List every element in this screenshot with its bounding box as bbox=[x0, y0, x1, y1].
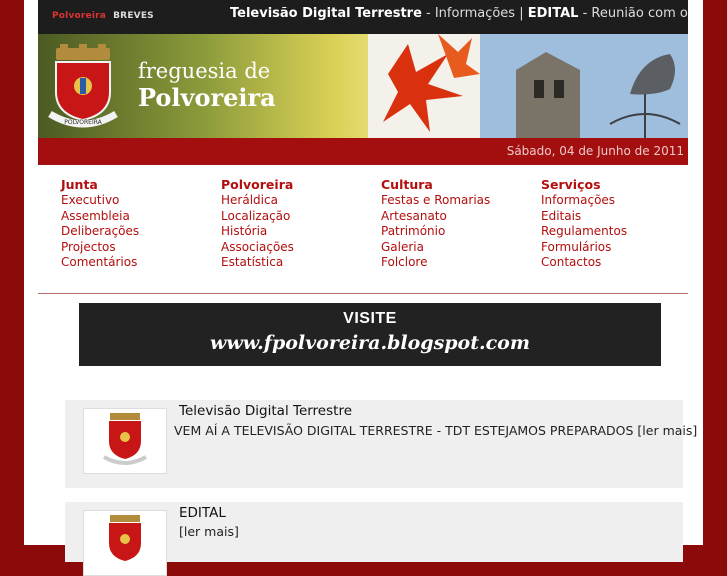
autumn-leaf-photo bbox=[368, 34, 480, 138]
news-summary[interactable]: [ler mais] bbox=[179, 524, 239, 539]
news-title[interactable]: Televisão Digital Terrestre bbox=[179, 403, 352, 419]
svg-text:POLVOREIRA: POLVOREIRA bbox=[64, 119, 102, 126]
date-bar: Sábado, 04 de Junho de 2011 bbox=[38, 138, 688, 165]
nav-link[interactable]: Projectos bbox=[61, 240, 211, 256]
nav-link[interactable]: Contactos bbox=[541, 255, 691, 271]
nav-column-junta: Junta Executivo Assembleia Deliberações … bbox=[61, 177, 211, 271]
news-thumbnail[interactable] bbox=[83, 510, 167, 576]
ticker-item-title[interactable]: Televisão Digital Terrestre bbox=[230, 6, 422, 21]
nav-heading[interactable]: Cultura bbox=[381, 177, 531, 193]
nav-link[interactable]: Estatística bbox=[221, 255, 371, 271]
banner-subtitle: freguesia de bbox=[138, 59, 271, 83]
nav-link[interactable]: Galeria bbox=[381, 240, 531, 256]
nav-link[interactable]: Localização bbox=[221, 209, 371, 225]
nav-link[interactable]: Informações bbox=[541, 193, 691, 209]
nav-link[interactable]: Regulamentos bbox=[541, 224, 691, 240]
nav-heading[interactable]: Polvoreira bbox=[221, 177, 371, 193]
brand-label: Polvoreira BREVES bbox=[52, 11, 154, 21]
nav-column-servicos: Serviços Informações Editais Regulamento… bbox=[541, 177, 691, 271]
current-date: Sábado, 04 de Junho de 2011 bbox=[506, 144, 684, 158]
section-divider bbox=[38, 293, 688, 294]
news-thumbnail[interactable] bbox=[83, 408, 167, 474]
news-summary[interactable]: VEM AÍ A TELEVISÃO DIGITAL TERRESTRE - T… bbox=[174, 423, 697, 438]
nav-link[interactable]: Folclore bbox=[381, 255, 531, 271]
news-ticker-bar: Polvoreira BREVES Televisão Digital Terr… bbox=[38, 0, 688, 34]
nav-column-cultura: Cultura Festas e Romarias Artesanato Pat… bbox=[381, 177, 531, 271]
coat-of-arms-logo[interactable]: POLVOREIRA bbox=[46, 44, 120, 128]
nav-column-polvoreira: Polvoreira Heráldica Localização Históri… bbox=[221, 177, 371, 271]
nav-link[interactable]: Heráldica bbox=[221, 193, 371, 209]
nav-link[interactable]: Assembleia bbox=[61, 209, 211, 225]
nav-link[interactable]: Artesanato bbox=[381, 209, 531, 225]
ad-visit-label: VISITE bbox=[343, 310, 397, 327]
page-container: Polvoreira BREVES Televisão Digital Terr… bbox=[24, 0, 703, 576]
church-tower-photo bbox=[480, 34, 688, 138]
nav-link[interactable]: História bbox=[221, 224, 371, 240]
nav-link[interactable]: Associações bbox=[221, 240, 371, 256]
nav-link[interactable]: Deliberações bbox=[61, 224, 211, 240]
header-banner: POLVOREIRA freguesia de Polvoreira bbox=[38, 34, 688, 138]
news-item: Televisão Digital Terrestre VEM AÍ A TEL… bbox=[65, 400, 697, 488]
nav-link[interactable]: Editais bbox=[541, 209, 691, 225]
banner-title: Polvoreira bbox=[138, 83, 276, 112]
nav-link[interactable]: Formulários bbox=[541, 240, 691, 256]
nav-heading[interactable]: Serviços bbox=[541, 177, 691, 193]
news-item: EDITAL [ler mais] bbox=[65, 502, 683, 576]
news-title[interactable]: EDITAL bbox=[179, 505, 226, 521]
blog-ad-banner[interactable]: VISITE www.fpolvoreira.blogspot.com bbox=[79, 303, 661, 366]
ticker-item-title[interactable]: EDITAL bbox=[528, 6, 579, 21]
ad-blog-url[interactable]: www.fpolvoreira.blogspot.com bbox=[79, 332, 661, 354]
nav-link[interactable]: Comentários bbox=[61, 255, 211, 271]
nav-link[interactable]: Executivo bbox=[61, 193, 211, 209]
news-ticker[interactable]: Televisão Digital Terrestre - Informaçõe… bbox=[230, 6, 688, 21]
nav-heading[interactable]: Junta bbox=[61, 177, 211, 193]
nav-link[interactable]: Património bbox=[381, 224, 531, 240]
nav-link[interactable]: Festas e Romarias bbox=[381, 193, 531, 209]
